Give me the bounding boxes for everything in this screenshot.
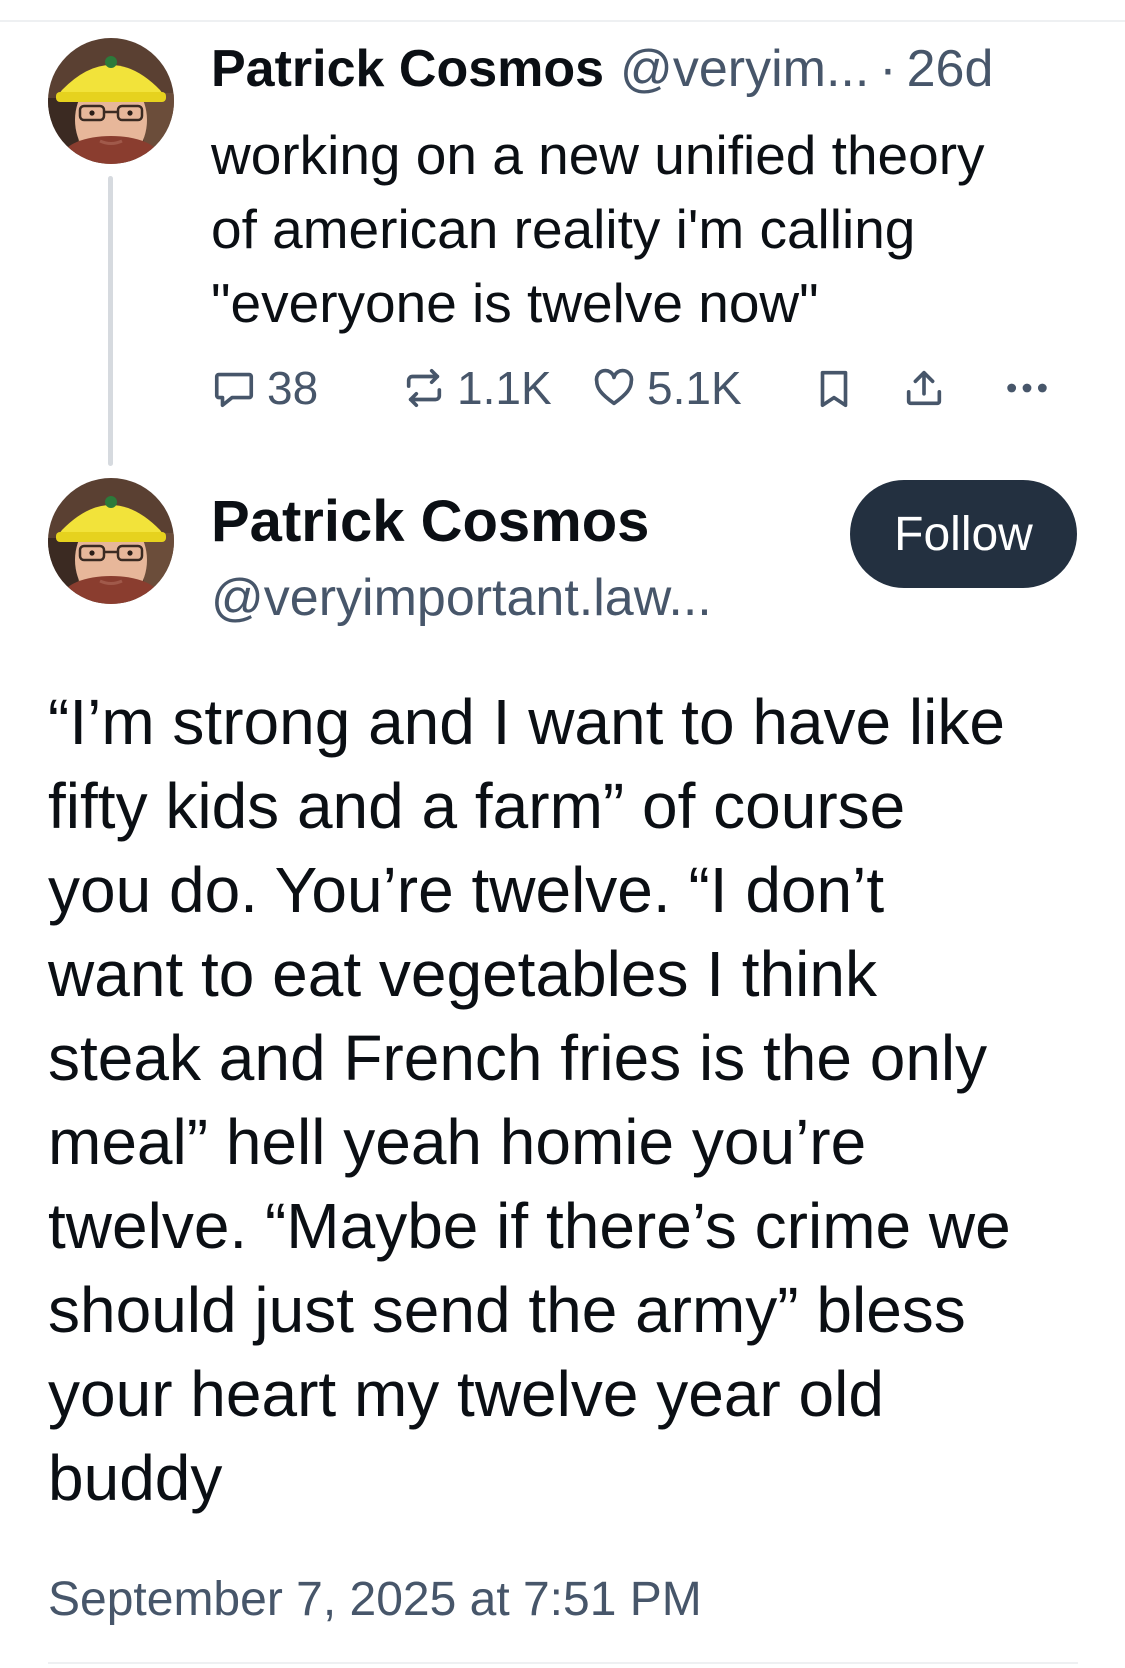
post-text-line: should just send the army” bless xyxy=(48,1274,966,1346)
bottom-divider xyxy=(48,1662,1078,1664)
bookmark-icon xyxy=(811,365,857,411)
like-icon xyxy=(591,365,637,411)
reply-button[interactable]: 38 xyxy=(211,358,318,418)
post-text-line: “I’m strong and I want to have like xyxy=(48,686,1005,758)
post-text-line: want to eat vegetables I think xyxy=(48,938,877,1010)
author-handle[interactable]: @veryimportant.law... xyxy=(211,568,712,628)
post-text-line: "everyone is twelve now" xyxy=(211,272,819,334)
author-handle[interactable]: @veryim... xyxy=(620,39,869,99)
share-button[interactable] xyxy=(901,358,947,418)
repost-button[interactable]: 1.1K xyxy=(401,358,552,418)
post-text-line: meal” hell yeah homie you’re xyxy=(48,1106,867,1178)
post-timestamp[interactable]: September 7, 2025 at 7:51 PM xyxy=(48,1572,702,1627)
like-button[interactable]: 5.1K xyxy=(591,358,742,418)
bookmark-button[interactable] xyxy=(811,358,857,418)
avatar[interactable] xyxy=(48,478,174,604)
post-action-bar: 38 1.1K 5.1K xyxy=(211,358,1071,418)
post-text: working on a new unified theory of ameri… xyxy=(211,118,1091,340)
reply-icon xyxy=(211,365,257,411)
repost-icon xyxy=(401,365,447,411)
post-text-line: twelve. “Maybe if there’s crime we xyxy=(48,1190,1011,1262)
post-text-line: you do. You’re twelve. “I don’t xyxy=(48,854,885,926)
post-text-line: of american reality i'm calling xyxy=(211,198,916,260)
avatar[interactable] xyxy=(48,38,174,164)
repost-count: 1.1K xyxy=(457,362,552,414)
author-name[interactable]: Patrick Cosmos xyxy=(211,39,604,99)
thread-connector-line xyxy=(108,176,113,466)
share-icon xyxy=(901,365,947,411)
post-text-line: your heart my twelve year old xyxy=(48,1358,884,1430)
more-icon xyxy=(1001,365,1053,411)
like-count: 5.1K xyxy=(647,362,742,414)
post-text-line: steak and French fries is the only xyxy=(48,1022,988,1094)
post-text-line: fifty kids and a farm” of course xyxy=(48,770,906,842)
top-divider xyxy=(0,20,1125,22)
post-header: Patrick Cosmos @veryim... · 26d xyxy=(211,36,993,102)
more-options-button[interactable] xyxy=(1001,358,1053,418)
post-age[interactable]: 26d xyxy=(907,39,994,99)
follow-button[interactable]: Follow xyxy=(850,480,1077,588)
reply-count: 38 xyxy=(267,362,319,414)
post-text-line: buddy xyxy=(48,1442,223,1514)
post-text: “I’m strong and I want to have like fift… xyxy=(48,680,1098,1520)
author-name[interactable]: Patrick Cosmos xyxy=(211,488,649,555)
post-text-line: working on a new unified theory xyxy=(211,124,985,186)
separator-dot: · xyxy=(879,40,897,98)
